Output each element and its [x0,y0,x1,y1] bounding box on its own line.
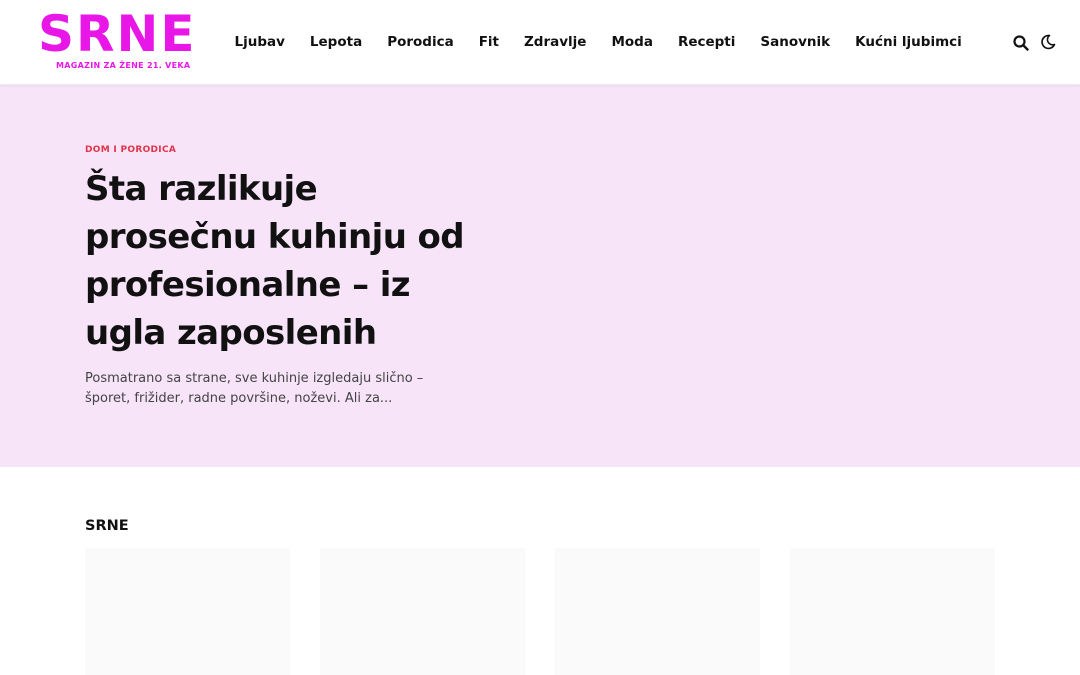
section-title: SRNE [85,518,129,534]
search-icon[interactable] [1012,34,1030,52]
nav-item-zdravlje[interactable]: Zdravlje [512,30,599,54]
logo-text: SRNE [38,5,197,63]
nav-item-recepti[interactable]: Recepti [665,30,747,54]
post-card-placeholder[interactable] [555,548,760,675]
nav-item-fit[interactable]: Fit [466,30,511,54]
main-nav: Ljubav Lepota Porodica Fit Zdravlje Moda… [222,30,974,54]
hero-excerpt: Posmatrano sa strane, sve kuhinje izgled… [85,371,424,406]
nav-item-ljubav[interactable]: Ljubav [222,30,297,54]
logo-tagline: MAGAZIN ZA ŽENE 21. VEKA [56,61,191,70]
hero-featured-post: DOM I PORODICA Šta razlikuje prosečnu ku… [0,85,1080,467]
nav-item-moda[interactable]: Moda [599,30,665,54]
nav-item-lepota[interactable]: Lepota [297,30,374,54]
hero-title[interactable]: Šta razlikuje prosečnu kuhinju od profes… [85,165,465,357]
post-card-placeholder[interactable] [320,548,525,675]
nav-item-porodica[interactable]: Porodica [375,30,467,54]
nav-item-kucni-ljubimci[interactable]: Kućni ljubimci [843,30,975,54]
nav-item-sanovnik[interactable]: Sanovnik [748,30,843,54]
post-card-placeholder[interactable] [85,548,290,675]
hero-category-link[interactable]: DOM I PORODICA [85,145,176,155]
moon-icon[interactable] [1039,33,1057,51]
site-header: SRNE MAGAZIN ZA ŽENE 21. VEKA Ljubav Lep… [0,0,1080,85]
site-logo[interactable]: SRNE MAGAZIN ZA ŽENE 21. VEKA [38,5,198,74]
post-card-placeholder[interactable] [790,548,995,675]
